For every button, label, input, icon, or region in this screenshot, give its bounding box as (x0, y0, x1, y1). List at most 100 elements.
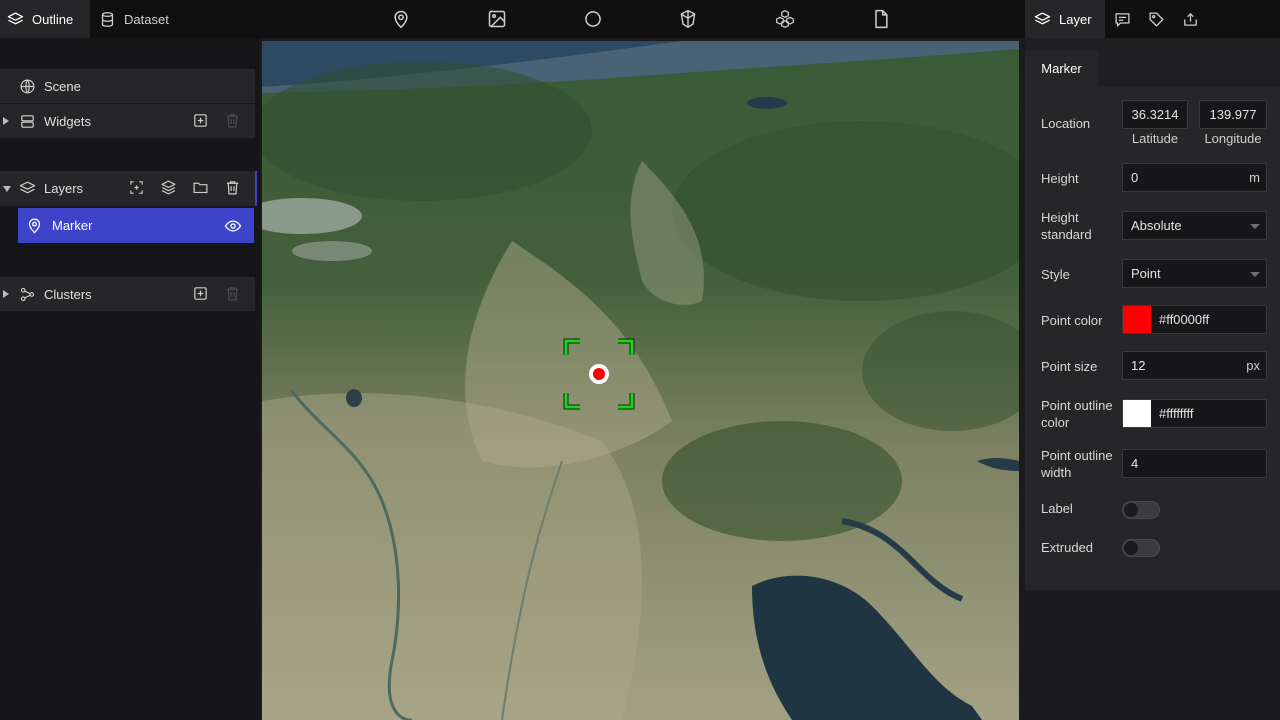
tab-tags[interactable] (1139, 0, 1173, 38)
tab-dataset-label: Dataset (124, 11, 169, 27)
extruded-toggle[interactable] (1122, 539, 1160, 557)
point-outline-width-input[interactable]: 4 (1122, 449, 1267, 478)
add-layer-group-icon[interactable] (160, 179, 177, 196)
right-tab-bar: Layer (1025, 0, 1280, 38)
tab-publish[interactable] (1173, 0, 1207, 38)
height-standard-select[interactable]: Absolute (1122, 211, 1267, 240)
point-color-label: Point color (1041, 313, 1103, 328)
tab-outline[interactable]: Outline (0, 0, 90, 38)
subtab-marker-label: Marker (1041, 61, 1082, 76)
point-outline-color-swatch[interactable] (1123, 400, 1151, 427)
outline-item-clusters[interactable]: Clusters (0, 277, 255, 311)
marker-point[interactable] (593, 368, 605, 380)
style-value: Point (1131, 266, 1161, 281)
style-label: Style (1041, 267, 1070, 282)
outline-panel: Scene Widgets Layers Marker Clusters (0, 38, 260, 720)
point-size-unit: px (1246, 358, 1260, 373)
label-toggle-label: Label (1041, 501, 1073, 516)
outline-item-marker-label: Marker (52, 218, 93, 233)
folder-icon[interactable] (192, 179, 209, 196)
add-file-button[interactable] (871, 9, 891, 29)
add-layer-icon[interactable] (128, 179, 145, 196)
tag-icon (1149, 11, 1164, 27)
latitude-value: 36.3214 (1131, 107, 1179, 122)
height-label: Height (1041, 171, 1079, 186)
tab-layer-label: Layer (1059, 11, 1092, 27)
longitude-input[interactable]: 139.977 (1199, 100, 1267, 129)
marker-point-outline[interactable] (589, 364, 609, 384)
trash-icon[interactable] (224, 285, 241, 302)
height-standard-value: Absolute (1131, 218, 1182, 233)
height-value: 0 (1131, 170, 1139, 185)
circle-icon (585, 11, 601, 27)
longitude-label: Longitude (1204, 131, 1262, 146)
file-icon (875, 9, 888, 29)
point-color-swatch[interactable] (1123, 306, 1151, 333)
layers-icon (19, 181, 36, 194)
point-size-label: Point size (1041, 359, 1098, 374)
tab-infobox[interactable] (1105, 0, 1139, 38)
box-icon (680, 9, 696, 29)
trash-icon[interactable] (224, 179, 241, 196)
point-size-value: 12 (1131, 358, 1146, 373)
add-cluster-icon[interactable] (192, 285, 209, 302)
label-toggle[interactable] (1122, 501, 1160, 519)
subtab-marker[interactable]: Marker (1025, 51, 1098, 86)
height-unit: m (1249, 170, 1260, 185)
database-icon (101, 11, 114, 27)
add-tileset-button[interactable] (775, 9, 795, 29)
extruded-toggle-label: Extruded (1041, 540, 1094, 555)
location-label: Location (1041, 116, 1091, 131)
latitude-input[interactable]: 36.3214 (1122, 100, 1188, 129)
tab-outline-label: Outline (32, 11, 74, 27)
outline-item-layers-label: Layers (44, 181, 84, 196)
cluster-icon (20, 287, 35, 301)
point-outline-color-input[interactable]: #ffffffff (1122, 399, 1267, 428)
point-outline-width-label: Point outline width (1041, 448, 1113, 480)
message-icon (1115, 12, 1130, 27)
point-outline-width-value: 4 (1131, 456, 1139, 471)
point-color-input[interactable]: #ff0000ff (1122, 305, 1267, 334)
add-image-button[interactable] (487, 9, 507, 29)
outline-item-layers[interactable]: Layers (0, 171, 257, 206)
layers-icon (1034, 11, 1051, 24)
layers-icon (7, 11, 24, 24)
dropdown-arrow-icon (1250, 224, 1260, 229)
eye-icon[interactable] (224, 217, 242, 235)
outline-item-clusters-label: Clusters (44, 286, 92, 302)
add-circle-button[interactable] (583, 9, 603, 29)
height-input[interactable]: 0 m (1122, 163, 1267, 192)
outline-item-widgets[interactable]: Widgets (0, 104, 255, 138)
tab-dataset[interactable]: Dataset (92, 0, 182, 38)
caret-right-icon[interactable] (3, 290, 9, 298)
caret-right-icon[interactable] (3, 117, 9, 125)
caret-down-icon[interactable] (3, 185, 11, 192)
outline-item-widgets-label: Widgets (44, 113, 91, 129)
map-viewport[interactable] (262, 41, 1019, 720)
property-subtabs: Marker (1025, 38, 1280, 86)
add-model-button[interactable] (678, 9, 698, 29)
point-outline-color-value: #ffffffff (1159, 406, 1194, 421)
outline-item-scene[interactable]: Scene (0, 69, 255, 103)
point-color-value: #ff0000ff (1159, 312, 1210, 327)
map-pin-icon (394, 10, 408, 29)
globe-icon (20, 79, 35, 93)
outline-item-marker[interactable]: Marker (18, 208, 254, 243)
longitude-value: 139.977 (1209, 107, 1257, 122)
image-icon (488, 10, 506, 28)
property-panel: Marker Location 36.3214 139.977 Latitude… (1025, 38, 1280, 590)
point-outline-color-label: Point outline color (1041, 398, 1113, 430)
satellite-terrain (262, 41, 1019, 720)
trash-icon[interactable] (224, 112, 241, 129)
height-standard-label: Height standard (1041, 210, 1092, 242)
map-pin-icon (28, 218, 41, 234)
toggle-knob (1124, 503, 1138, 517)
server-icon (21, 114, 34, 128)
point-size-input[interactable]: 12 px (1122, 351, 1267, 380)
tab-layer[interactable]: Layer (1025, 0, 1105, 38)
style-select[interactable]: Point (1122, 259, 1267, 288)
export-icon (1184, 12, 1197, 26)
cubes-icon (776, 10, 794, 28)
add-marker-button[interactable] (391, 9, 411, 29)
add-widget-icon[interactable] (192, 112, 209, 129)
